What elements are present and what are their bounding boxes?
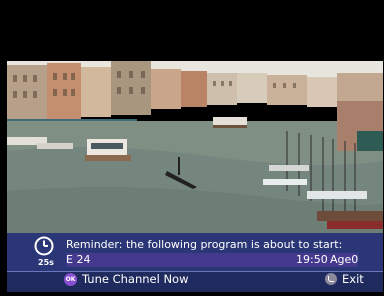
- exit-label: Exit: [342, 272, 364, 286]
- tune-channel-label: Tune Channel Now: [82, 272, 189, 286]
- clock-icon: [34, 236, 54, 256]
- tune-channel-button[interactable]: OK Tune Channel Now: [64, 271, 189, 287]
- program-info-row: E 24 19:50 Age0: [66, 253, 358, 267]
- age-rating: Age0: [330, 253, 359, 266]
- countdown-timer: 25s: [38, 258, 54, 267]
- reminder-message: Reminder: the following program is about…: [66, 238, 343, 251]
- exit-button[interactable]: Exit: [325, 271, 364, 287]
- ok-key-icon: OK: [64, 272, 77, 286]
- channel-name: E 24: [66, 253, 91, 266]
- video-frame: [7, 61, 383, 233]
- exit-key-icon: [325, 273, 337, 285]
- program-start-time: 19:50: [296, 253, 328, 266]
- tv-screen: 25s Reminder: the following program is a…: [0, 0, 384, 296]
